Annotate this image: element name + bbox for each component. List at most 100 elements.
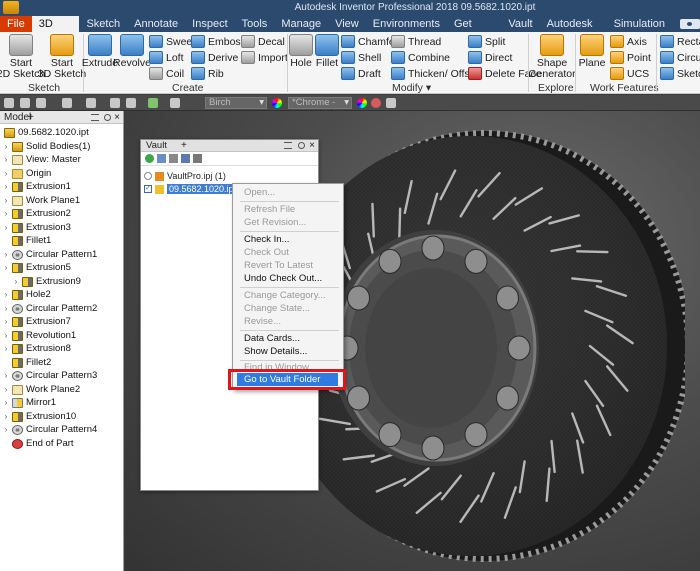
combine-button[interactable]: Combine — [391, 51, 450, 64]
tree-item[interactable]: › Extrusion3 — [2, 221, 71, 234]
emboss-button[interactable]: Emboss — [191, 35, 246, 48]
revolve-button[interactable]: Revolve — [113, 34, 151, 69]
chevron-right-icon[interactable]: › — [2, 142, 10, 151]
circular-pattern-button[interactable]: Circula — [660, 51, 700, 64]
menu-icon[interactable] — [284, 142, 292, 149]
redo-icon[interactable] — [86, 98, 96, 108]
tab-simulation[interactable]: Simulation — [607, 16, 672, 32]
home-icon[interactable] — [110, 98, 120, 108]
chevron-right-icon[interactable]: › — [2, 371, 10, 380]
menu-item-get-revision[interactable]: Get Revision... — [244, 217, 306, 229]
shape-generator-button[interactable]: Shape Generator — [528, 34, 576, 80]
modify-group-label[interactable]: Modify ▾ — [392, 82, 431, 94]
chevron-right-icon[interactable]: › — [2, 290, 10, 299]
tab-sketch[interactable]: Sketch — [79, 16, 127, 32]
direct-button[interactable]: Direct — [468, 51, 512, 64]
tree-item[interactable]: › Work Plane1 — [2, 194, 81, 207]
undo-icon[interactable] — [62, 98, 72, 108]
extrude-button[interactable]: Extrude — [82, 34, 118, 69]
tree-item[interactable]: › Circular Pattern4 — [2, 423, 98, 436]
axis-button[interactable]: Axis — [610, 35, 647, 48]
fx-icon[interactable] — [386, 98, 396, 108]
chevron-right-icon[interactable]: › — [2, 209, 10, 218]
shell-button[interactable]: Shell — [341, 51, 381, 64]
tree-item[interactable]: › View: Master — [2, 153, 81, 166]
chevron-right-icon[interactable]: › — [12, 277, 20, 286]
close-icon[interactable]: × — [309, 140, 315, 152]
coil-button[interactable]: Coil — [149, 67, 184, 80]
tree-item[interactable]: › Hole2 — [2, 288, 51, 301]
new-icon[interactable] — [4, 98, 14, 108]
tree-item[interactable]: › Work Plane2 — [2, 383, 81, 396]
ucs-button[interactable]: UCS — [610, 67, 649, 80]
rib-button[interactable]: Rib — [191, 67, 224, 80]
select-icon[interactable] — [148, 98, 158, 108]
tree-item[interactable]: › Extrusion7 — [2, 315, 71, 328]
delete-icon[interactable] — [193, 154, 202, 163]
menu-item-open[interactable]: Open... — [244, 187, 275, 199]
chevron-right-icon[interactable]: › — [2, 317, 10, 326]
thicken-offset-button[interactable]: Thicken/ Offset — [391, 67, 478, 80]
split-button[interactable]: Split — [468, 35, 505, 48]
start-3d-sketch-button[interactable]: Start 3D Sketch — [38, 34, 86, 80]
open-icon[interactable] — [20, 98, 30, 108]
chevron-right-icon[interactable]: › — [2, 155, 10, 164]
update-icon[interactable] — [126, 98, 136, 108]
menu-item-undo-check-out[interactable]: Undo Check Out... — [244, 273, 322, 285]
tree-item[interactable]: End of Part — [2, 437, 74, 450]
chevron-right-icon[interactable]: › — [2, 223, 10, 232]
menu-item-change-state[interactable]: Change State... — [244, 303, 310, 315]
tab-view[interactable]: View — [328, 16, 366, 32]
menu-item-data-cards[interactable]: Data Cards... — [244, 333, 300, 345]
tree-item[interactable]: › Extrusion1 — [2, 180, 71, 193]
tree-item[interactable]: › Revolution1 — [2, 329, 77, 342]
tab-manage[interactable]: Manage — [274, 16, 328, 32]
tab-inspect[interactable]: Inspect — [185, 16, 234, 32]
plane-button[interactable]: Plane — [578, 34, 606, 69]
browser-add-button[interactable]: + — [28, 111, 34, 124]
tab-tools[interactable]: Tools — [235, 16, 275, 32]
tree-item[interactable]: › Extrusion2 — [2, 207, 71, 220]
chevron-right-icon[interactable]: › — [2, 331, 10, 340]
menu-item-check-in[interactable]: Check In... — [244, 234, 289, 246]
tree-item[interactable]: › Extrusion10 — [2, 410, 77, 423]
search-icon[interactable] — [298, 142, 305, 149]
chevron-right-icon[interactable]: › — [2, 250, 10, 259]
tree-item[interactable]: › Circular Pattern1 — [2, 248, 98, 261]
chevron-right-icon[interactable]: › — [2, 304, 10, 313]
vault-item[interactable]: VaultPro.ipj (1) — [144, 170, 226, 182]
tab-annotate[interactable]: Annotate — [127, 16, 185, 32]
tree-item[interactable]: › Circular Pattern3 — [2, 369, 98, 382]
tree-item[interactable]: › Extrusion9 — [12, 275, 81, 288]
tree-item[interactable]: › Origin — [2, 167, 52, 180]
hole-button[interactable]: Hole — [289, 34, 313, 69]
save-icon[interactable] — [36, 98, 46, 108]
thread-button[interactable]: Thread — [391, 35, 441, 48]
tree-item[interactable]: Fillet2 — [2, 356, 51, 369]
search-vault-icon[interactable] — [181, 154, 190, 163]
chevron-right-icon[interactable]: › — [2, 169, 10, 178]
fillet-button[interactable]: Fillet — [315, 34, 339, 69]
filter-icon[interactable] — [169, 154, 178, 163]
chevron-right-icon[interactable]: › — [2, 196, 10, 205]
tree-item[interactable]: › Solid Bodies(1) — [2, 140, 91, 153]
point-button[interactable]: Point — [610, 51, 651, 64]
rectangular-pattern-button[interactable]: Rectan — [660, 35, 700, 48]
chevron-right-icon[interactable]: › — [2, 398, 10, 407]
tab-3d-model[interactable]: 3D Model — [31, 16, 80, 46]
menu-icon[interactable] — [91, 114, 99, 121]
tab-environments[interactable]: Environments — [366, 16, 447, 32]
chevron-right-icon[interactable]: › — [2, 182, 10, 191]
chevron-right-icon[interactable]: › — [2, 263, 10, 272]
clear-appearance-icon[interactable] — [371, 98, 381, 108]
tab-autodesk-a360[interactable]: Autodesk A360 — [540, 16, 607, 46]
tree-item[interactable]: › Circular Pattern2 — [2, 302, 98, 315]
material-dropdown[interactable]: Birch ▾ — [205, 97, 267, 109]
close-icon[interactable]: × — [114, 111, 120, 124]
loft-button[interactable]: Loft — [149, 51, 184, 64]
chevron-right-icon[interactable]: › — [2, 412, 10, 421]
sketch-pattern-button[interactable]: Sketch — [660, 67, 700, 80]
refresh-icon[interactable] — [145, 154, 154, 163]
tab-file[interactable]: File — [0, 16, 32, 32]
import-button[interactable]: Import — [241, 51, 288, 64]
